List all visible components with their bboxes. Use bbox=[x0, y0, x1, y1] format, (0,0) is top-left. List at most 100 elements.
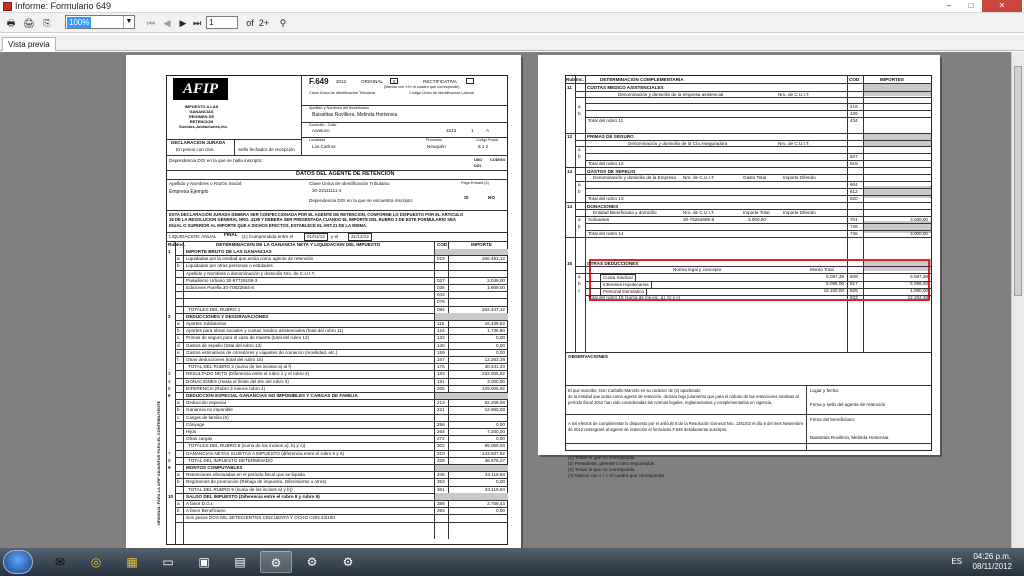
pago-no: NO bbox=[488, 195, 495, 200]
r15-amount: 5.096,00 bbox=[910, 281, 928, 286]
row-desc: Aportes para obras sociales y cuotas méd… bbox=[186, 328, 344, 334]
row-desc: GANANCIAS NETAS SUJETAS A IMPUESTO (dife… bbox=[186, 450, 345, 456]
viewer-taskbar-icon[interactable]: ⚙ bbox=[332, 551, 364, 573]
tray-language[interactable]: ES bbox=[951, 557, 962, 566]
r15-amount: 1.080,00 bbox=[910, 288, 928, 293]
row-amount: 2.048,00 bbox=[487, 277, 505, 283]
row-desc: TOTAL DEL IMPUESTO DETERMINADO bbox=[188, 457, 273, 463]
terminal-icon[interactable]: ▣ bbox=[188, 551, 220, 573]
row-amount: 62.208,00 bbox=[484, 400, 505, 406]
row-rubro: 3 bbox=[168, 371, 171, 377]
start-button[interactable] bbox=[3, 550, 33, 574]
col-cod: COD bbox=[437, 242, 448, 247]
row-inciso: d bbox=[177, 342, 180, 348]
export-icon[interactable]: ⎘ bbox=[40, 16, 54, 30]
row-code: 043 bbox=[437, 292, 445, 298]
warning-text: ESTA DECLARACION JURADA DEBERA SER CONFE… bbox=[169, 212, 464, 228]
cmd-icon[interactable]: ▭ bbox=[152, 551, 184, 573]
r13-col: Nro. de C.U.I.T. bbox=[683, 175, 715, 180]
ag-name-label: Apellido y Nombres o Razón Social: bbox=[169, 181, 243, 186]
folder-icon[interactable]: ▦ bbox=[116, 551, 148, 573]
footnote: (3) Testar lo que no corresponda. bbox=[568, 467, 636, 472]
r12-title: PRIMAS DE SEGURO bbox=[587, 134, 634, 139]
row-desc: Deducción especial bbox=[186, 400, 226, 406]
zoom-select[interactable]: 100% ▼ bbox=[65, 15, 135, 29]
r15-num: 15 bbox=[567, 261, 573, 266]
r15-total-value: 12.263,38 bbox=[907, 295, 928, 300]
app-icon bbox=[3, 2, 12, 11]
row-desc: MONTOS COMPUTABLES bbox=[186, 465, 243, 470]
pesos-label: En pesos con ctvs. bbox=[176, 147, 215, 152]
print-setup-icon[interactable]: 🖨 bbox=[22, 16, 36, 30]
chrome-icon[interactable]: ◎ bbox=[80, 551, 112, 573]
taskbar: ✉ ◎ ▦ ▭ ▣ ▤ ⚙ ⚙ ⚙ ES 04:26 p.m. 08/11/201… bbox=[0, 548, 1024, 576]
dom-piso: 1 bbox=[471, 128, 474, 133]
row-line bbox=[585, 160, 932, 161]
scroll-thumb[interactable] bbox=[1014, 66, 1022, 296]
app-taskbar-icon[interactable]: ⚙ bbox=[260, 551, 292, 573]
lugar-fecha-1: Lugar y fecha: bbox=[810, 388, 840, 393]
row-rubro: 6 bbox=[168, 393, 171, 398]
page-1: AFIP IMPUESTO A LAS GANANCIAS REGIMEN DE RE… bbox=[126, 55, 521, 548]
row-code: 027 bbox=[437, 277, 445, 283]
r14-num: 14 bbox=[567, 204, 573, 209]
row-inciso: c bbox=[177, 335, 180, 341]
row-inciso: a bbox=[177, 501, 180, 506]
ag-cuit: 30-22111111-3 bbox=[312, 188, 342, 193]
r14-cuit: 30-75252685-8 bbox=[683, 217, 715, 222]
row-line bbox=[565, 202, 932, 203]
row-desc: Primas de seguro para el caso de muerte … bbox=[186, 335, 310, 341]
row-desc: Gastos de sepelio (total del rubro 13) bbox=[186, 342, 262, 348]
maximize-button[interactable]: □ bbox=[960, 0, 982, 12]
minimize-button[interactable]: – bbox=[938, 0, 960, 12]
outlook-icon[interactable]: ✉ bbox=[44, 551, 76, 573]
document-icon[interactable]: ▤ bbox=[224, 551, 256, 573]
tab-vista-previa[interactable]: Vista previa bbox=[2, 37, 56, 51]
row-line bbox=[585, 223, 932, 224]
last-page-icon[interactable]: ⏭ bbox=[190, 16, 204, 30]
row-desc: Retenciones efectuadas en el período fis… bbox=[186, 472, 305, 478]
vertical-scrollbar[interactable] bbox=[1011, 52, 1024, 548]
org-block: IMPUESTO A LAS GANANCIAS REGIMEN DE RETENCI… bbox=[179, 104, 228, 129]
r14-col: Entidad Beneficiaria y domicilio bbox=[593, 210, 657, 215]
preview-area[interactable]: AFIP IMPUESTO A LAS GANANCIAS REGIMEN DE RE… bbox=[0, 52, 1011, 548]
report-taskbar-icon[interactable]: ⚙ bbox=[296, 551, 328, 573]
first-page-icon[interactable]: ⏮ bbox=[144, 16, 158, 30]
close-button[interactable]: ✕ bbox=[982, 0, 1022, 12]
r13-col: Gasto Total bbox=[743, 175, 767, 180]
r14-entity: Solicantes bbox=[588, 217, 610, 222]
r14-total-amt: 3.000,00 bbox=[748, 217, 766, 222]
print-icon[interactable]: 🖶 bbox=[4, 16, 18, 30]
r11-code-tot: 434 bbox=[850, 118, 858, 123]
next-page-icon[interactable]: ▶ bbox=[176, 16, 190, 30]
row-code: 159 bbox=[437, 349, 445, 355]
r15-monto: 5.096,00 bbox=[826, 281, 844, 286]
r11-title: CUOTAS MEDICO ASISTENCIALES bbox=[587, 85, 664, 90]
row-desc: Ganancia no imponible bbox=[186, 407, 233, 413]
r14-code-b: 728 bbox=[850, 224, 858, 229]
row-code: 213 bbox=[437, 400, 445, 406]
row-amount: 143.937,92 bbox=[482, 450, 505, 456]
r13-col: Importe Diferido bbox=[783, 175, 816, 180]
clock[interactable]: 04:26 p.m. 08/11/2012 bbox=[973, 552, 1012, 572]
r12-num: 12 bbox=[567, 134, 573, 139]
row-line bbox=[575, 181, 932, 182]
row-line bbox=[585, 153, 932, 154]
comprendida-label: (1) Comprendida entre el bbox=[242, 234, 294, 239]
toolbar: 🖶 🖨 ⎘ ⏮ ◀ ▶ ⏭ of 2+ ⚲ bbox=[0, 13, 1024, 33]
row-line bbox=[565, 133, 932, 134]
row-code: 388 bbox=[437, 501, 445, 506]
row-code: 302 bbox=[437, 443, 445, 449]
row-code: 175 bbox=[437, 364, 445, 370]
row-inciso: a bbox=[177, 400, 180, 406]
period-to: 31/12/12 bbox=[348, 233, 372, 241]
binoculars-icon[interactable]: ⚲ bbox=[275, 16, 291, 30]
row-desc: Cargas de familia (6) bbox=[186, 414, 229, 420]
row-amount: 36.878,27 bbox=[484, 457, 505, 463]
prev-page-icon[interactable]: ◀ bbox=[160, 16, 174, 30]
row-amount: 34.119,84 bbox=[484, 486, 505, 492]
row-desc: TOTALES DEL RUBRO 1 bbox=[188, 306, 241, 312]
row-rubro: 4 bbox=[168, 378, 171, 384]
r13-col: Denominación y domicilio de la Empresa bbox=[593, 175, 676, 180]
page-number-input[interactable]: 1 bbox=[206, 16, 238, 29]
